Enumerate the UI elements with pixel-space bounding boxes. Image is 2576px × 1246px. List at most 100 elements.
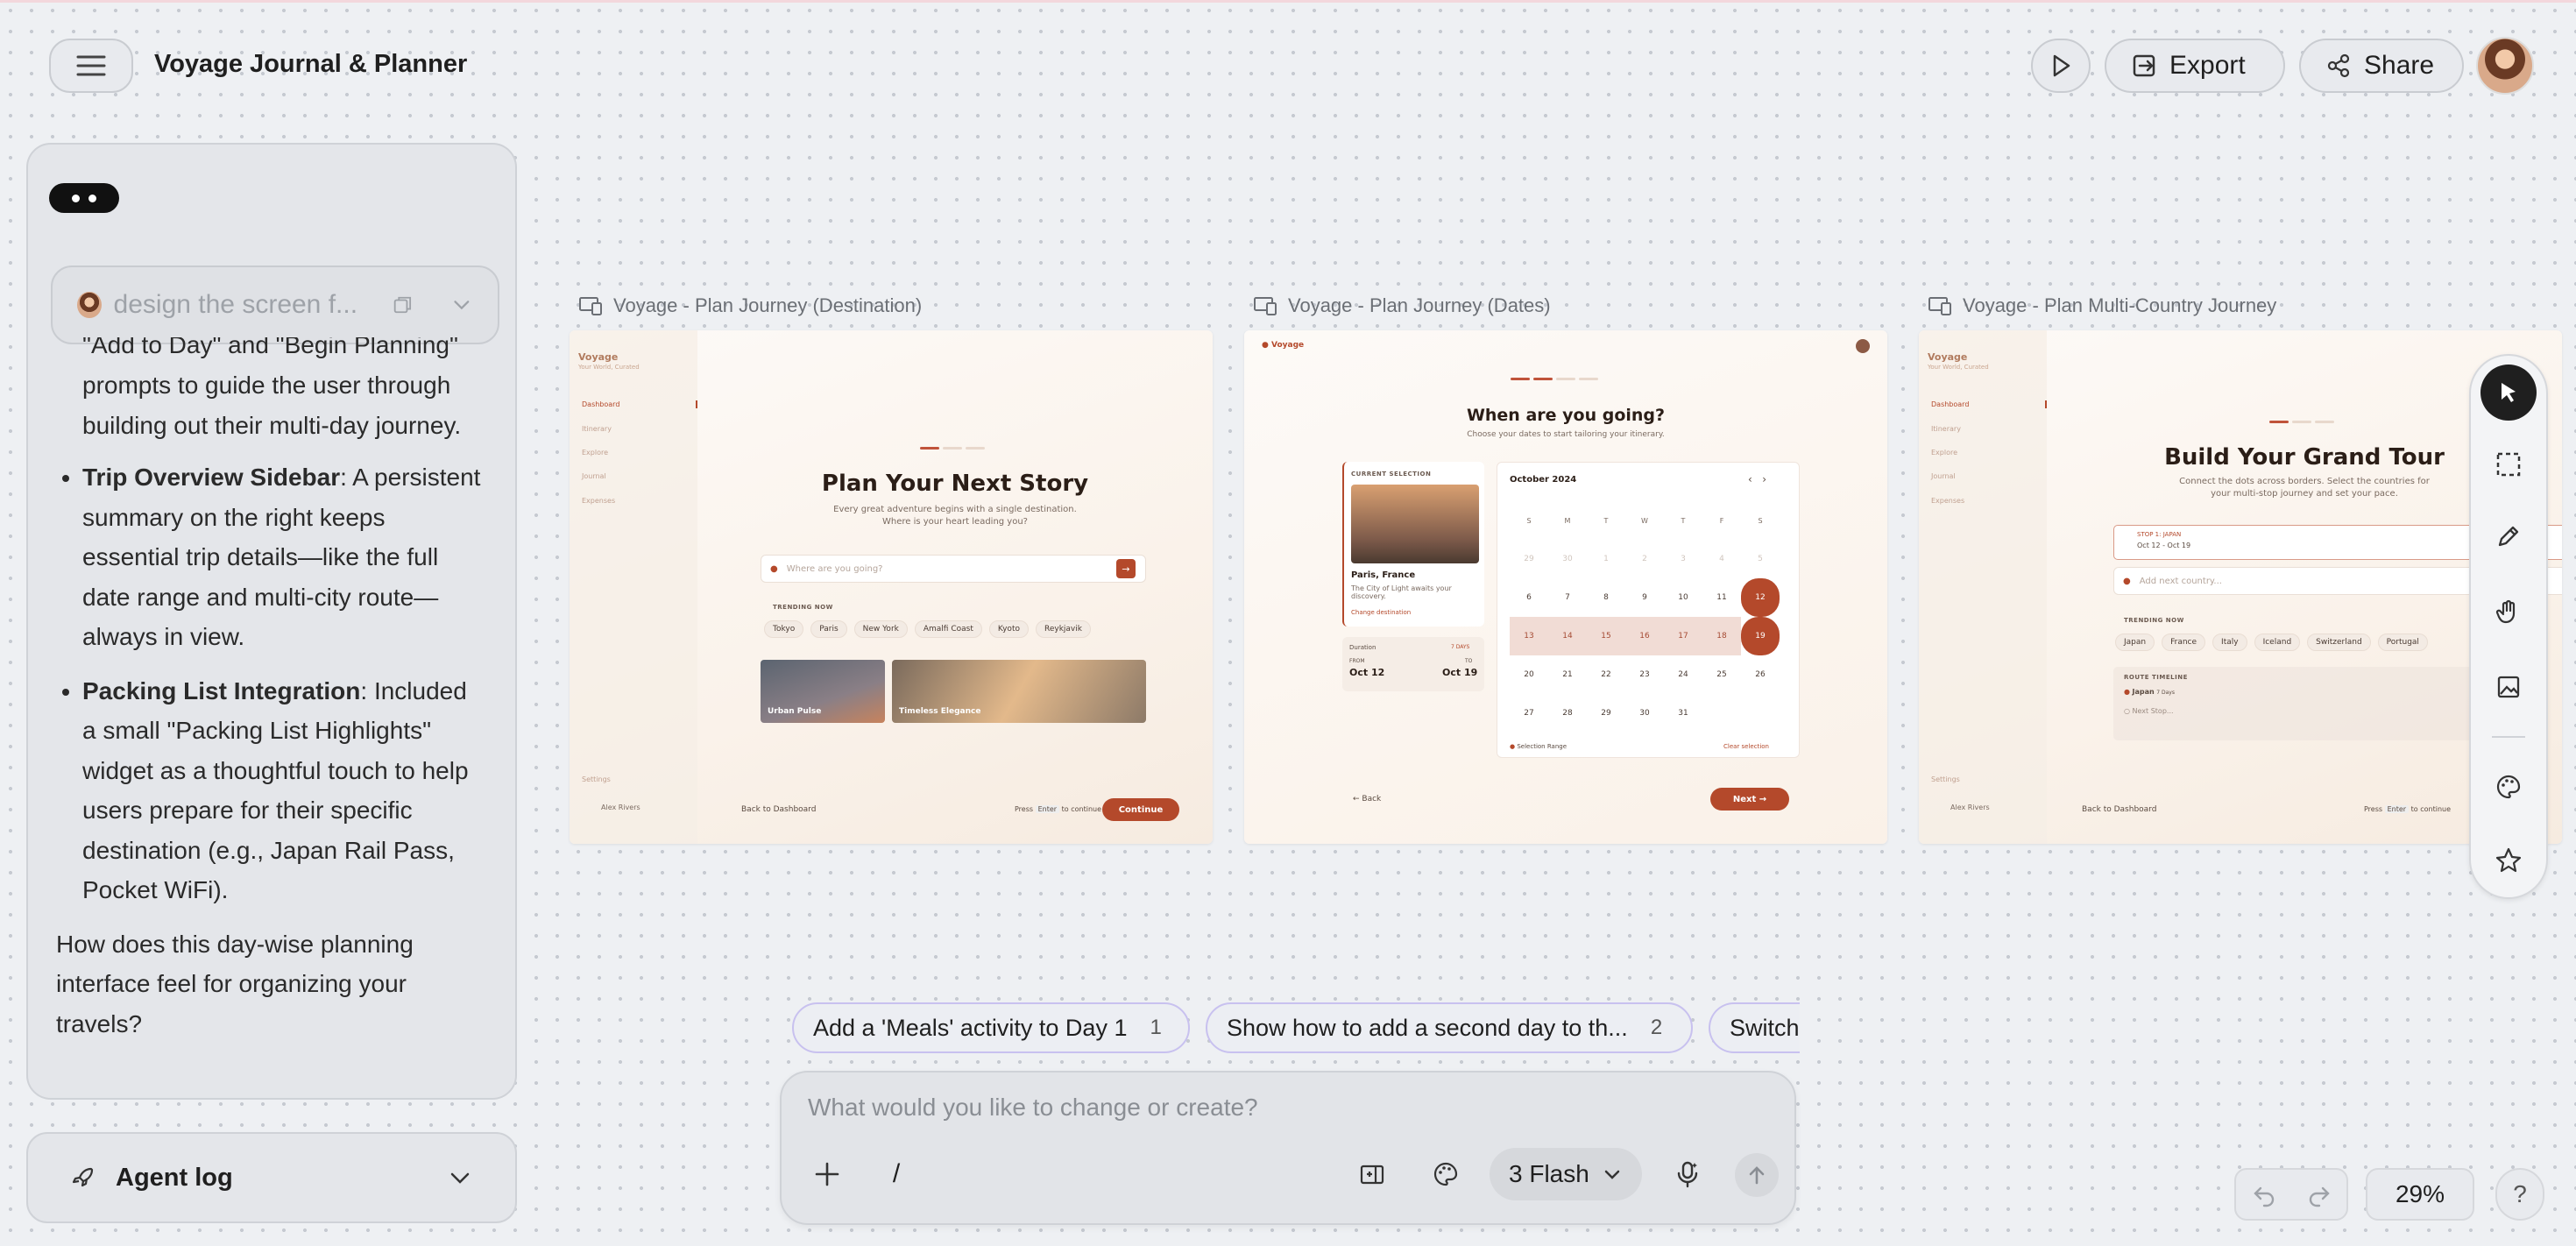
image-tool[interactable] — [2480, 659, 2537, 715]
plus-icon — [815, 1162, 839, 1186]
frame-press-hint: Press Enter to continue — [2364, 805, 2451, 813]
top-accent-line — [0, 0, 2576, 3]
redo-icon[interactable] — [2306, 1181, 2332, 1207]
frame-dates[interactable]: ● Voyage When are you going? Choose your… — [1244, 330, 1887, 844]
devices-icon — [1254, 297, 1277, 315]
add-button[interactable] — [811, 1158, 843, 1190]
share-label: Share — [2364, 51, 2435, 80]
play-button[interactable] — [2031, 39, 2091, 93]
suggestion-chip[interactable]: Add a 'Meals' activity to Day 1 1 — [792, 1002, 1190, 1053]
frame-nav-item: Dashboard — [1931, 400, 2047, 408]
weekday-header: M — [1564, 516, 1571, 525]
toolbar-divider — [2492, 736, 2525, 738]
calendar-day: 25 — [1716, 670, 1727, 679]
calendar-day: 1 — [1603, 555, 1609, 563]
play-icon — [2053, 54, 2070, 77]
export-button[interactable]: Export — [2105, 39, 2285, 93]
frame-add-placeholder: Add next country... — [2139, 576, 2222, 586]
frame-label[interactable]: Voyage - Plan Journey (Destination) — [578, 294, 922, 317]
chevron-down-icon — [450, 1172, 470, 1184]
chat-bullet: Trip Overview Sidebar: A persistent summ… — [82, 457, 487, 657]
frame-sidebar: Voyage Your World, Curated Dashboard Iti… — [1919, 330, 2047, 844]
pencil-tool[interactable] — [2480, 508, 2537, 564]
copy-icon[interactable] — [392, 293, 414, 317]
bullet-title: Packing List Integration — [82, 676, 361, 704]
menu-button[interactable] — [49, 39, 133, 93]
prompt-preview-chip[interactable]: design the screen f... — [51, 265, 499, 344]
weekday-header: T — [1603, 516, 1609, 525]
frame-trending-label: TRENDING NOW — [2124, 617, 2184, 624]
frame-multi-country[interactable]: Voyage Your World, Curated Dashboard Iti… — [1919, 330, 2562, 844]
send-button[interactable] — [1735, 1153, 1779, 1197]
pin-icon: ● — [2123, 576, 2131, 586]
calendar-day: 7 — [1565, 593, 1570, 602]
suggestion-chip[interactable]: Switch — [1709, 1002, 1800, 1053]
frame-calendar: October 2024 ‹ › S M T W T F S 29 30 1 2 3 4 5 6 7 8 9 10 1… — [1497, 462, 1800, 758]
marquee-tool[interactable] — [2480, 436, 2537, 492]
bullet-text: : Included a small "Packing List Highlig… — [82, 676, 469, 904]
frame-label[interactable]: Voyage - Plan Journey (Dates) — [1253, 294, 1551, 317]
slash-command-button[interactable]: / — [883, 1157, 909, 1192]
calendar-day: 10 — [1678, 593, 1688, 602]
calendar-day: 13 — [1510, 617, 1548, 655]
chat-partial-line: "Add to Day" and "Begin Planning" — [82, 337, 458, 358]
suggestion-number: 1 — [1150, 1016, 1162, 1039]
calendar-grid: S M T W T F S 29 30 1 2 3 4 5 6 7 8 9 10 11 12 13 14 15 16 17 18 19… — [1510, 501, 1780, 733]
frame-label[interactable]: Voyage - Plan Multi-Country Journey — [1928, 294, 2276, 317]
model-selector[interactable]: 3 Flash — [1490, 1148, 1642, 1200]
zoom-level[interactable]: 29% — [2366, 1168, 2474, 1221]
canvas-toolbar — [2469, 354, 2548, 899]
weekday-header: S — [1758, 516, 1763, 525]
voice-button[interactable] — [1668, 1155, 1707, 1193]
add-screen-button[interactable] — [1355, 1157, 1390, 1192]
rocket-icon — [72, 1167, 94, 1187]
pencil-icon — [2498, 526, 2519, 547]
user-avatar[interactable] — [2476, 37, 2534, 95]
agent-log-button[interactable]: Agent log — [26, 1132, 517, 1223]
calendar-day: 12 — [1741, 578, 1780, 617]
share-button[interactable]: Share — [2299, 39, 2464, 93]
calendar-day: 24 — [1678, 670, 1688, 679]
frame-tag: Kyoto — [988, 620, 1029, 638]
devices-icon — [579, 297, 602, 315]
frame-nav-item: Journal — [1931, 472, 1956, 480]
select-tool[interactable] — [2480, 365, 2537, 421]
calendar-day: 22 — [1601, 670, 1611, 679]
frame-tag: Portugal — [2377, 634, 2428, 651]
calendar-day: 9 — [1642, 593, 1647, 602]
frame-tag: New York — [853, 620, 908, 638]
calendar-day: 20 — [1524, 670, 1534, 679]
pin-icon: ● — [770, 563, 778, 574]
chat-bullet-list: Trip Overview Sidebar: A persistent summ… — [56, 457, 487, 910]
frame-current-selection: CURRENT SELECTION Paris, France The City… — [1342, 462, 1484, 627]
palette-tool[interactable] — [2480, 759, 2537, 815]
frame-destination[interactable]: Voyage Your World, Curated Dashboard Iti… — [570, 330, 1213, 844]
selection-label: CURRENT SELECTION — [1351, 471, 1432, 478]
clear-selection: Clear selection — [1723, 743, 1769, 750]
frame-tag: Italy — [2212, 634, 2247, 651]
prompt-input[interactable] — [808, 1094, 1684, 1122]
hand-tool[interactable] — [2480, 584, 2537, 640]
chevron-down-icon[interactable] — [450, 293, 473, 317]
frame-tag: Amalfi Coast — [914, 620, 982, 638]
chat-closing: How does this day-wise planning interfac… — [56, 930, 414, 1037]
suggestion-text: Switch — [1730, 1014, 1800, 1041]
help-button[interactable]: ? — [2495, 1168, 2544, 1221]
frame-search-placeholder: Where are you going? — [786, 563, 883, 574]
suggestion-chip[interactable]: Show how to add a second day to th... 2 — [1206, 1002, 1693, 1053]
chat-intro-rest: prompts to guide the user through buildi… — [82, 372, 462, 439]
frame-label-text: Voyage - Plan Journey (Dates) — [1288, 294, 1551, 316]
frame-tagline: Your World, Curated — [578, 364, 640, 371]
star-tool[interactable] — [2480, 832, 2537, 888]
marquee-icon — [2496, 452, 2521, 477]
suggestion-text: Add a 'Meals' activity to Day 1 — [813, 1014, 1128, 1041]
agent-status-badge — [49, 183, 119, 213]
hamburger-icon — [76, 55, 106, 76]
frame-subtext: Every great adventure begins with a sing… — [833, 505, 1077, 527]
frame-tag: Paris — [810, 620, 847, 638]
theme-button[interactable] — [1428, 1157, 1463, 1192]
undo-icon[interactable] — [2251, 1181, 2277, 1207]
frame-press-hint: Press Enter to continue — [1015, 805, 1101, 813]
weekday-header: W — [1641, 516, 1648, 525]
frame-label-text: Voyage - Plan Multi-Country Journey — [1963, 294, 2277, 316]
